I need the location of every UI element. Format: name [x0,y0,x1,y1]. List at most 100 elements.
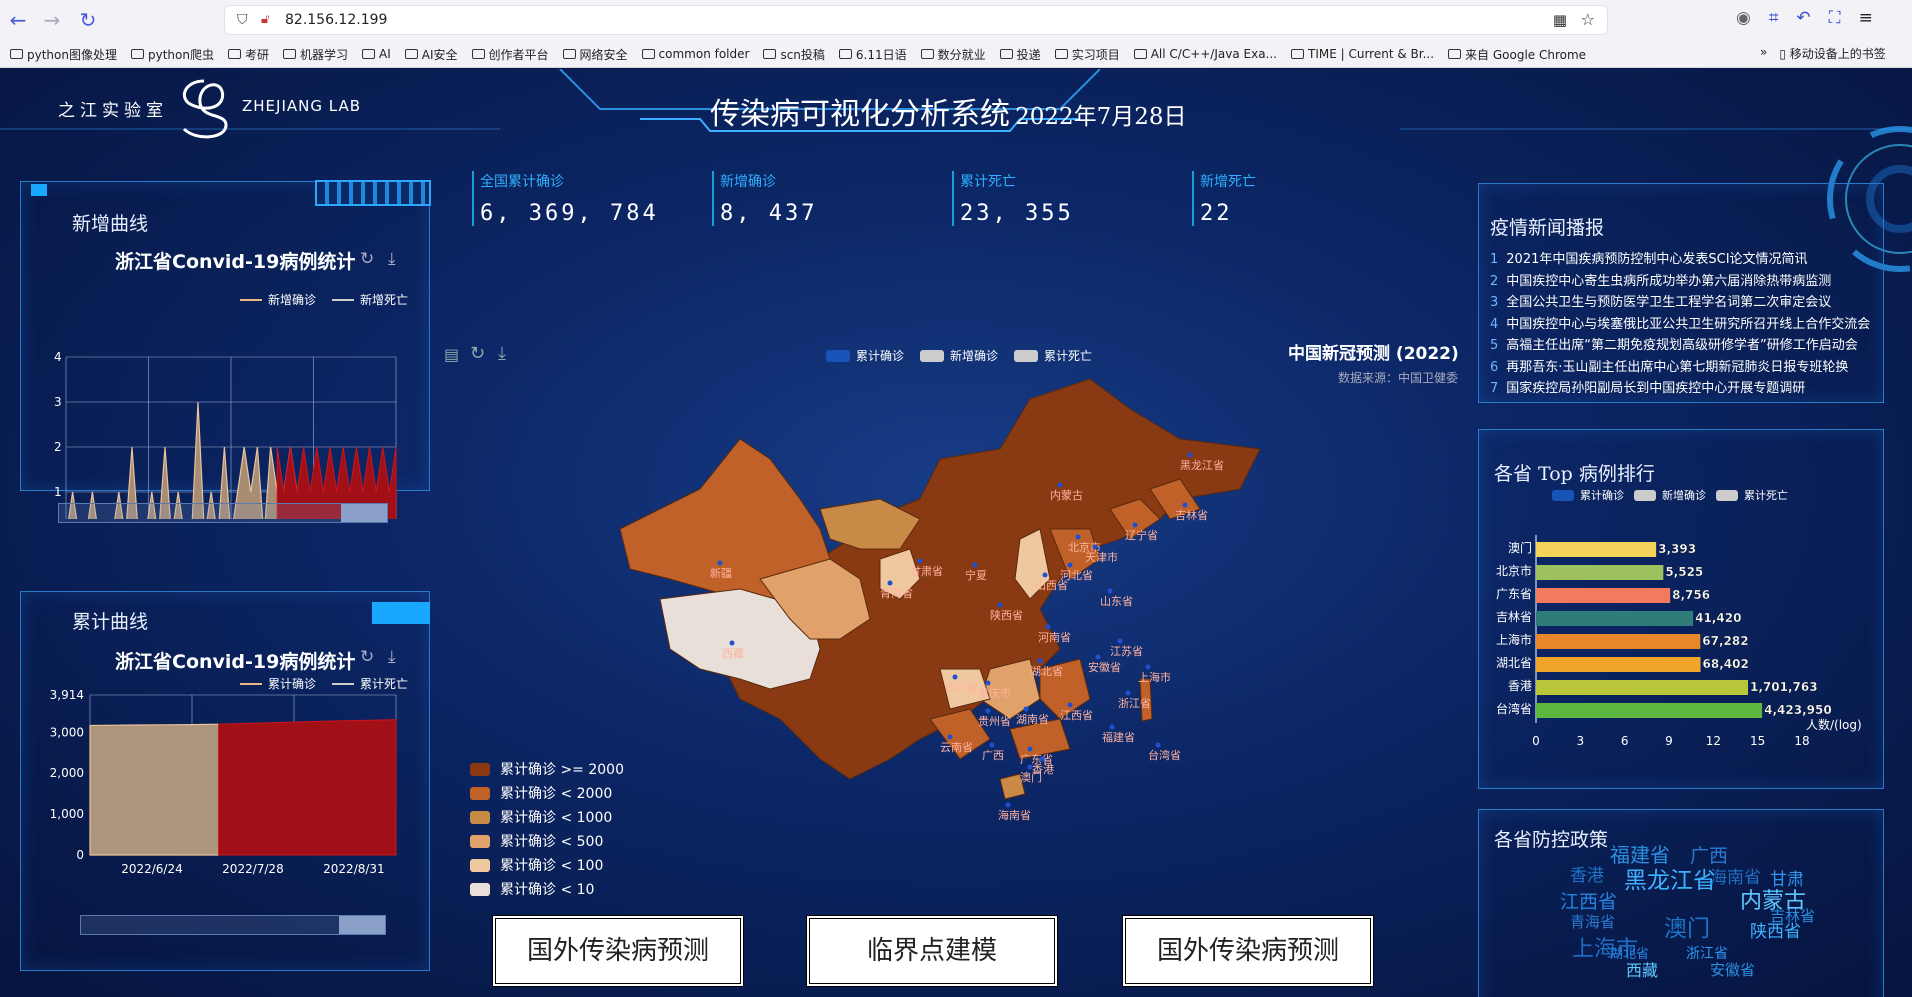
policy-word[interactable]: 江西省 [1560,887,1617,914]
critical-point-button[interactable]: 临界点建模 [806,915,1058,987]
folder-icon [838,49,852,59]
bookmark-star-icon[interactable]: ☆ [1581,10,1595,29]
address-bar[interactable]: ⛉ 🔓︎ 82.156.12.199 ▦ ☆ [224,5,1608,35]
bar [1536,565,1664,580]
folder-icon [999,49,1013,59]
reload-icon[interactable]: ↻ [76,8,100,32]
bookmark-item[interactable]: common folder [636,44,756,64]
scale-swatch [470,834,490,848]
bookmark-item[interactable]: 6.11日语 [833,44,913,64]
folder-icon [404,49,418,59]
bookmark-item[interactable]: All C/C++/Java Exa... [1128,44,1283,64]
map-label: 台湾省 [1148,748,1181,762]
policy-word[interactable]: 青海省 [1570,911,1615,932]
news-index: 4 [1490,316,1499,332]
bookmark-item[interactable]: 考研 [222,44,275,64]
news-item[interactable]: 2 中国疾控中心寄生虫病所成功举办第六届消除热带病监测 [1490,271,1870,293]
map-dot [1132,522,1138,528]
download-icon[interactable]: ⤓ [388,249,396,269]
china-map[interactable]: 黑龙江省吉林省辽宁省内蒙古北京市天津市河北省山西省山东省陕西省河南省江苏省安徽省… [620,379,1280,849]
scale-item[interactable]: 累计确诊 < 500 [470,829,624,853]
zoom-handle[interactable] [341,504,387,522]
legend-map-total[interactable]: 累计确诊 [826,347,904,364]
bookmark-item[interactable]: TIME | Current & Br... [1285,44,1440,64]
map-dot [1095,654,1101,660]
chevron-more-icon[interactable]: » [1760,45,1767,62]
bookmark-item[interactable]: 机器学习 [277,44,354,64]
scale-item[interactable]: 累计确诊 < 100 [470,853,624,877]
bookmark-item[interactable]: 投递 [994,44,1047,64]
scale-item[interactable]: 累计确诊 < 10 [470,877,624,901]
policy-word[interactable]: 湖北省 [1610,943,1649,962]
news-item[interactable]: 3 全国公共卫生与预防医学卫生工程学名词第二次审定会议 [1490,292,1870,314]
bookmark-item[interactable]: 数分就业 [915,44,992,64]
policy-word[interactable]: 黑龙江省 [1624,861,1716,895]
qr-code-icon[interactable]: ▦ [1553,11,1567,29]
bookmark-item[interactable]: AI安全 [399,44,464,64]
download-icon[interactable]: ⤓ [388,647,396,667]
x-tick: 18 [1794,734,1809,748]
x-tick: 2022/8/31 [323,862,385,876]
news-item[interactable]: 6 再那吾东·玉山副主任出席中心第七期新冠肺炎日报专班轮换 [1490,357,1870,379]
screenshot-icon[interactable]: ⛶ [1829,8,1841,28]
zoom-handle[interactable] [339,916,385,934]
bookmark-item[interactable]: python爬虫 [125,44,220,64]
news-item[interactable]: 7 国家疾控局孙阳副局长到中国疾控中心开展专题调研 [1490,378,1870,400]
news-index: 6 [1490,359,1499,375]
news-item[interactable]: 4 中国疾控中心与埃塞俄比亚公共卫生研究所召开线上合作交流会 [1490,314,1870,336]
bookmark-item[interactable]: 网络安全 [557,44,634,64]
news-index: 5 [1490,338,1499,353]
news-item[interactable]: 1 2021年中国疾病预防控制中心发表SCI论文情况简讯 [1490,249,1870,271]
zoom-slider-new[interactable] [58,503,388,523]
undo-icon[interactable]: ↶ [1796,8,1810,28]
zoom-slider-cum[interactable] [80,915,386,935]
crop-icon[interactable]: ⌗ [1769,8,1779,28]
legend-map-new[interactable]: 新增确诊 [920,347,998,364]
data-view-icon[interactable]: ▤ [444,345,459,364]
policy-word[interactable]: 陕西省 [1750,917,1801,942]
foreign-forecast-button[interactable]: 国外传染病预测 [492,915,744,987]
area-cum-confirmed [89,723,220,856]
refresh-icon[interactable]: ↻ [360,249,374,269]
extension-icon[interactable]: ◉ [1736,8,1751,28]
map-dot [1067,702,1073,708]
scale-item[interactable]: 累计确诊 < 1000 [470,805,624,829]
foreign-forecast-button-2[interactable]: 国外传染病预测 [1122,915,1374,987]
stat-new-confirmed: 新增确诊 8, 437 [712,171,817,226]
x-tick: 9 [1665,734,1673,748]
map-label: 山东省 [1100,595,1133,608]
map-dot [1027,746,1033,752]
bar [1536,680,1749,695]
forward-icon[interactable]: → [40,8,64,32]
shield-icon: ⛉ [237,12,248,28]
legend-map-deaths[interactable]: 累计死亡 [1014,347,1092,364]
bookmark-item[interactable]: python图像处理 [4,44,123,64]
bookmark-item[interactable]: AI [356,44,397,64]
scale-swatch [470,858,490,872]
y-tick: 1 [54,485,62,499]
menu-icon[interactable]: ≡ [1859,8,1873,28]
bar [1536,588,1671,603]
bookmark-item[interactable]: 实习项目 [1049,44,1126,64]
map-label: 云南省 [940,741,973,754]
y-tick: 2 [54,440,62,454]
policy-word[interactable]: 香港 [1570,861,1604,886]
bookmark-item[interactable]: 来自 Google Chrome [1442,44,1592,64]
refresh-icon[interactable]: ↻ [470,343,485,364]
news-index: 7 [1490,381,1499,396]
y-tick: 3,914 [50,689,84,702]
download-icon[interactable]: ⤓ [498,343,506,364]
bookmark-item[interactable]: 创作者平台 [466,44,555,64]
policy-word[interactable]: 澳门 [1664,909,1710,943]
scale-item[interactable]: 累计确诊 < 2000 [470,781,624,805]
refresh-icon[interactable]: ↻ [360,647,374,667]
map-dot [989,742,995,748]
bar-label: 吉林省 [1496,610,1532,624]
bookmark-item[interactable]: scn投稿 [757,44,830,64]
policy-word[interactable]: 安徽省 [1710,959,1755,980]
mobile-bookmarks[interactable]: ▯ 移动设备上的书签 [1779,45,1885,62]
map-dot [717,560,723,566]
back-icon[interactable]: ← [6,8,30,32]
news-item[interactable]: 5 高福主任出席“第二期免疫规划高级研修学者”研修工作启动会 [1490,335,1870,357]
scale-item[interactable]: 累计确诊 >= 2000 [470,757,624,781]
